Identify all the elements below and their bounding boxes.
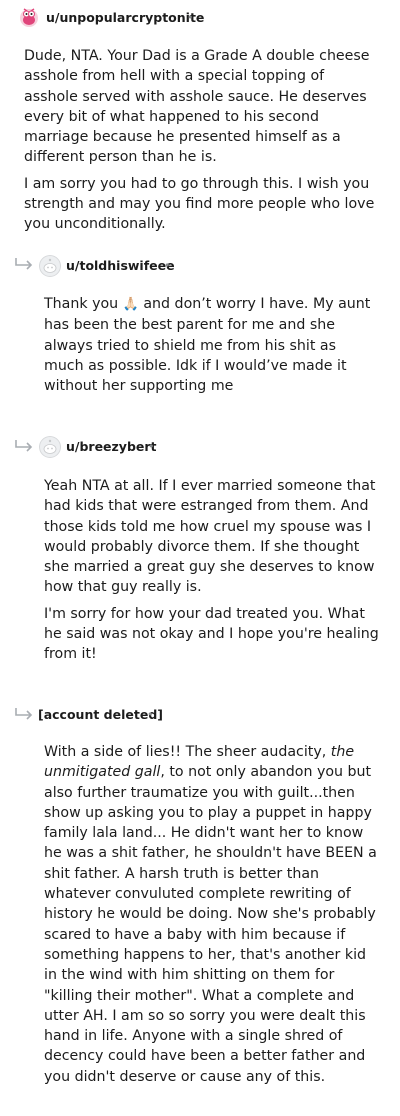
comment-paragraph: With a side of lies!! The sheer audacity… xyxy=(44,742,380,1087)
meta-separator: • xyxy=(164,259,171,272)
comment-paragraph: I'm sorry for how your dad treated you. … xyxy=(44,605,379,663)
user-avatar[interactable] xyxy=(39,436,61,458)
comment-paragraph: I am sorry you had to go through this. I… xyxy=(24,175,375,233)
comment-author[interactable]: u/unpopularcryptonite xyxy=(46,10,204,25)
comment-body: Yeah NTA at all. If I ever married someo… xyxy=(44,476,380,671)
user-avatar[interactable] xyxy=(39,255,61,277)
comment-author[interactable]: u/breezybert xyxy=(66,439,157,454)
pink-snoo-avatar-icon xyxy=(20,8,38,27)
comment-paragraph: Yeah NTA at all. If I ever married someo… xyxy=(44,478,376,596)
comment-body: Dude, NTA. Your Dad is a Grade A double … xyxy=(24,46,376,241)
comment-text: Thank you xyxy=(44,296,119,312)
snoo-avatar-icon xyxy=(39,436,61,458)
meta-separator: • xyxy=(148,440,155,453)
praying-hands-emoji: 🙏🏻 xyxy=(122,297,139,312)
comment-text: With a side of lies!! The sheer audacity… xyxy=(44,744,327,760)
comment-author[interactable]: u/toldhiswifeee xyxy=(66,258,175,273)
user-avatar[interactable] xyxy=(18,6,40,28)
snoo-avatar-icon xyxy=(39,255,61,277)
comment-author: [account deleted] xyxy=(38,707,163,722)
comment-text: , to not only abandon you but also furth… xyxy=(44,764,377,1085)
comment-paragraph: Dude, NTA. Your Dad is a Grade A double … xyxy=(24,48,370,166)
reply-arrow-icon xyxy=(15,708,33,720)
comment-paragraph: Thank you 🙏🏻 and don’t worry I have. My … xyxy=(44,294,380,396)
reply-arrow-icon xyxy=(15,440,33,452)
comment-body: Thank you 🙏🏻 and don’t worry I have. My … xyxy=(44,294,380,402)
meta-separator: • xyxy=(187,11,194,24)
comment-body: With a side of lies!! The sheer audacity… xyxy=(44,742,380,1093)
reply-arrow-icon xyxy=(15,258,33,270)
meta-separator: • xyxy=(147,708,154,721)
